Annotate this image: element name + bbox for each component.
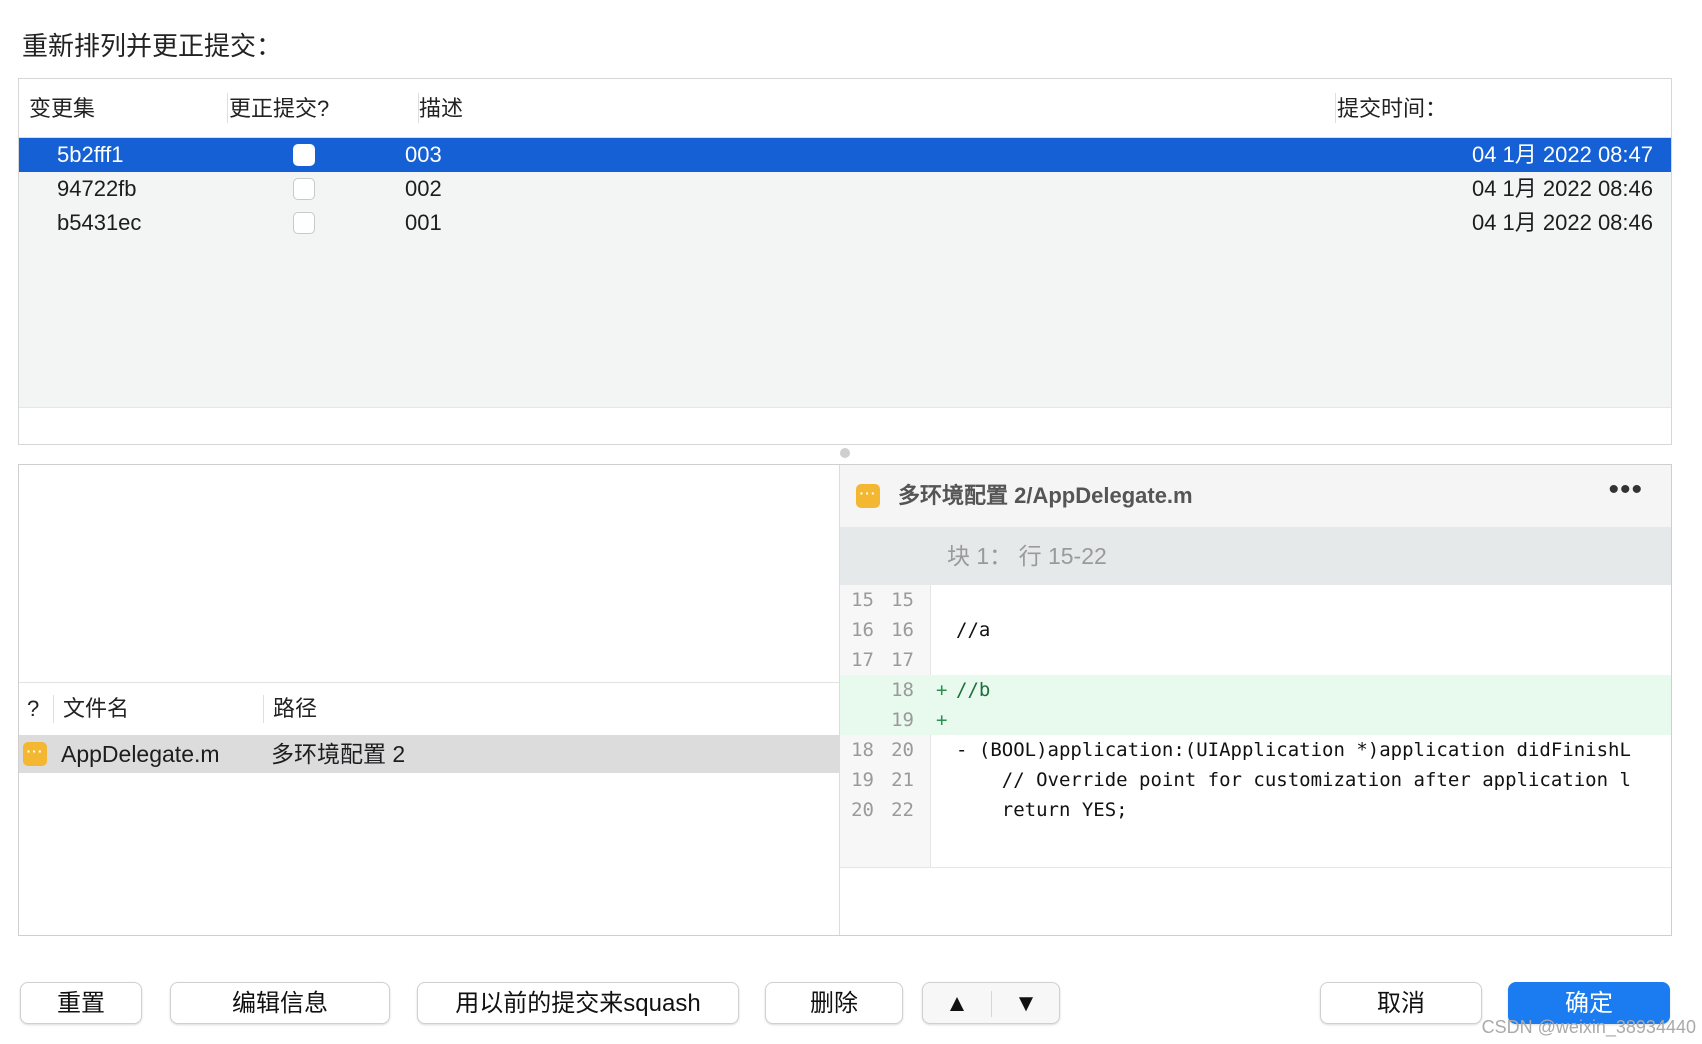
code-text: // Override point for customization afte… xyxy=(956,769,1631,791)
column-header-filename[interactable]: 文件名 xyxy=(63,683,129,735)
divider xyxy=(840,867,1671,868)
old-line-number: 18 xyxy=(851,739,874,761)
diff-file-title: 多环境配置 2/AppDelegate.m xyxy=(898,483,1193,508)
diff-line: 18 20 - (BOOL)application:(UIApplication… xyxy=(840,735,1671,765)
commit-description: 003 xyxy=(405,142,442,167)
commits-table-footer xyxy=(19,407,1671,444)
watermark: CSDN @weixin_38934440 xyxy=(1481,1017,1696,1037)
more-options-icon[interactable]: ••• xyxy=(1608,473,1643,507)
diff-pane: ··· 多环境配置 2/AppDelegate.m ••• 块 1： 行 15-… xyxy=(840,465,1671,935)
commit-row[interactable]: 5b2fff1 003 04 1月 2022 08:47 xyxy=(19,138,1671,172)
commit-description: 002 xyxy=(405,176,442,201)
fix-commit-checkbox[interactable] xyxy=(293,212,315,234)
cancel-button[interactable]: 取消 xyxy=(1320,982,1482,1024)
modified-icon: ··· xyxy=(23,742,47,766)
commit-time: 04 1月 2022 08:47 xyxy=(1471,142,1653,167)
reset-button[interactable]: 重置 xyxy=(20,982,142,1024)
new-line-number: 20 xyxy=(891,739,914,761)
new-line-number: 22 xyxy=(891,799,914,821)
commit-time: 04 1月 2022 08:46 xyxy=(1471,210,1653,235)
old-line-number: 16 xyxy=(851,619,874,641)
edit-message-button[interactable]: 编辑信息 xyxy=(170,982,390,1024)
column-header-time[interactable]: 提交时间： xyxy=(1327,79,1527,137)
column-header-fix[interactable]: 更正提交? xyxy=(219,79,419,137)
new-line-number: 17 xyxy=(891,649,914,671)
commit-changeset: b5431ec xyxy=(57,210,142,235)
fix-commit-checkbox[interactable] xyxy=(293,144,315,166)
code-text: //b xyxy=(956,679,991,701)
dialog-title: 重新排列并更正提交： xyxy=(22,31,283,61)
new-line-number: 21 xyxy=(891,769,914,791)
commit-changeset: 94722fb xyxy=(57,176,137,201)
column-header-status[interactable]: ? xyxy=(27,683,39,735)
code-text: - (BOOL)application:(UIApplication *)app… xyxy=(956,739,1631,761)
commit-row[interactable]: 94722fb 002 04 1月 2022 08:46 xyxy=(19,172,1671,206)
files-table-header: ? 文件名 路径 xyxy=(19,682,839,736)
old-line-number: 20 xyxy=(851,799,874,821)
column-header-path[interactable]: 路径 xyxy=(273,683,317,735)
hunk-header: 块 1： 行 15-22 xyxy=(840,527,1671,585)
diff-line: 20 22 return YES; xyxy=(840,795,1671,825)
diff-line: 19 21 // Override point for customizatio… xyxy=(840,765,1671,795)
column-separator[interactable] xyxy=(263,695,264,723)
move-segmented-control: ▲ ▼ xyxy=(922,982,1060,1024)
diff-line: 17 17 xyxy=(840,645,1671,675)
diff-line-added: 19 + xyxy=(840,705,1671,735)
commits-table-header: 变更集 更正提交? 描述 提交时间： xyxy=(19,79,1671,138)
column-header-description[interactable]: 描述 xyxy=(409,79,1309,137)
move-up-button[interactable]: ▲ xyxy=(923,983,991,1025)
added-sign: + xyxy=(936,679,948,701)
new-line-number: 16 xyxy=(891,619,914,641)
old-line-number: 19 xyxy=(851,769,874,791)
old-line-number: 15 xyxy=(851,589,874,611)
added-sign: + xyxy=(936,709,948,731)
commits-table: 变更集 更正提交? 描述 提交时间： 5b2fff1 003 04 1月 202… xyxy=(18,78,1672,445)
new-line-number: 18 xyxy=(891,679,914,701)
fix-commit-checkbox[interactable] xyxy=(293,178,315,200)
old-line-number: 17 xyxy=(851,649,874,671)
diff-line-added: 18 + //b xyxy=(840,675,1671,705)
column-separator[interactable] xyxy=(53,695,54,723)
new-line-number: 15 xyxy=(891,589,914,611)
column-header-changeset[interactable]: 变更集 xyxy=(19,79,219,137)
new-line-number: 19 xyxy=(891,709,914,731)
diff-header: ··· 多环境配置 2/AppDelegate.m ••• xyxy=(840,465,1671,528)
hunk-label: 块 1： 行 15-22 xyxy=(947,543,1107,569)
move-down-button[interactable]: ▼ xyxy=(992,983,1060,1025)
diff-line: 15 15 xyxy=(840,585,1671,615)
squash-button[interactable]: 用以前的提交来squash xyxy=(417,982,739,1024)
diff-line: 16 16 //a xyxy=(840,615,1671,645)
commit-changeset: 5b2fff1 xyxy=(57,142,124,167)
commit-time: 04 1月 2022 08:46 xyxy=(1471,176,1653,201)
modified-icon: ··· xyxy=(856,484,880,508)
split-view-handle[interactable] xyxy=(840,448,850,458)
file-row[interactable]: ··· AppDelegate.m 多环境配置 2 xyxy=(19,735,839,773)
commit-description: 001 xyxy=(405,210,442,235)
delete-button[interactable]: 删除 xyxy=(765,982,903,1024)
file-name: AppDelegate.m xyxy=(61,741,220,767)
code-text: return YES; xyxy=(956,799,1128,821)
file-path: 多环境配置 2 xyxy=(271,741,406,767)
changed-files-pane: ? 文件名 路径 ··· AppDelegate.m 多环境配置 2 xyxy=(19,465,840,935)
code-text: //a xyxy=(956,619,991,641)
changes-panel: ? 文件名 路径 ··· AppDelegate.m 多环境配置 2 ··· 多… xyxy=(18,464,1672,936)
commit-row[interactable]: b5431ec 001 04 1月 2022 08:46 xyxy=(19,206,1671,240)
